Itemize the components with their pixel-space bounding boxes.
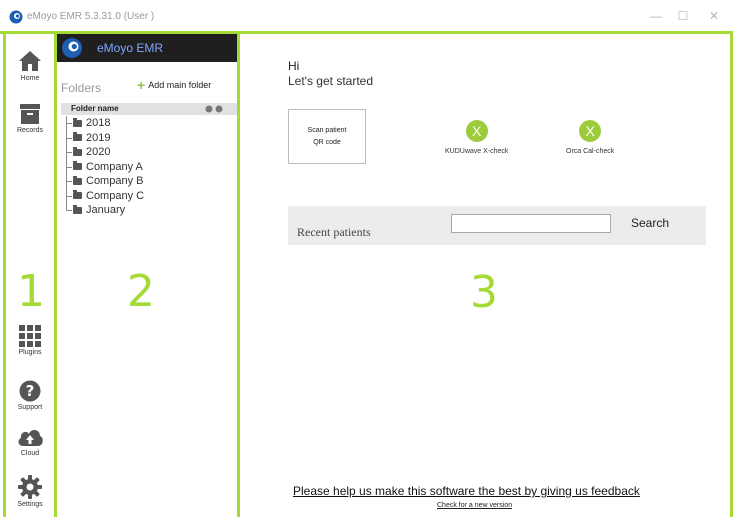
- device-orca[interactable]: X Orca Cal-check: [566, 120, 614, 155]
- folder-label: 2019: [86, 131, 111, 144]
- scan-label-line2: QR code: [313, 138, 341, 146]
- feedback-link[interactable]: Please help us make this software the be…: [293, 484, 640, 498]
- folder-column-label: Folder name: [71, 104, 119, 113]
- nav-item-plugins[interactable]: Plugins: [6, 325, 54, 356]
- nav-label-settings: Settings: [17, 501, 43, 508]
- zone-number-1: 1: [17, 266, 45, 317]
- folder-label: 2020: [86, 146, 111, 159]
- scan-label-line1: Scan patient: [307, 126, 347, 134]
- greeting-heading: Hi: [288, 59, 300, 73]
- plus-icon: +: [137, 77, 146, 93]
- options-dots-icon[interactable]: [205, 105, 223, 113]
- nav-label-plugins: Plugins: [18, 349, 42, 356]
- zone-divider-1-2: [54, 31, 57, 517]
- window-title: eMoyo EMR 5.3.31.0 (User ): [27, 11, 155, 22]
- folder-item-company-c[interactable]: Company C: [61, 189, 144, 204]
- folder-icon: [73, 161, 82, 171]
- nav-item-settings[interactable]: Settings: [6, 475, 54, 508]
- left-nav-sidebar: Home Records Plugins ? Support Cloud Set…: [6, 34, 54, 517]
- minimize-button[interactable]: —: [645, 6, 667, 26]
- add-main-folder-button[interactable]: + Add main folder: [137, 77, 212, 93]
- support-icon: ?: [19, 380, 41, 402]
- device-x-icon: X: [579, 120, 602, 142]
- nav-item-records[interactable]: Records: [6, 103, 54, 134]
- subtitle: Let's get started: [288, 74, 374, 88]
- folder-column-header[interactable]: Folder name: [61, 103, 237, 115]
- home-icon: [19, 51, 41, 71]
- nav-label-cloud: Cloud: [20, 450, 40, 457]
- nav-label-records: Records: [16, 127, 44, 134]
- folder-item-2019[interactable]: 2019: [61, 131, 144, 146]
- folder-icon: [73, 204, 82, 214]
- nav-label-home: Home: [20, 75, 40, 82]
- folder-tree: 2018 2019 2020 Company A Company B Compa…: [61, 116, 144, 218]
- plugins-icon: [19, 325, 41, 347]
- folder-icon: [73, 175, 82, 185]
- zone-number-2: 2: [127, 266, 155, 317]
- folder-item-company-b[interactable]: Company B: [61, 174, 144, 189]
- folder-item-january[interactable]: January: [61, 203, 144, 218]
- folder-item-2018[interactable]: 2018: [61, 116, 144, 131]
- recent-patients-label: Recent patients: [297, 225, 371, 239]
- settings-icon: [18, 475, 42, 499]
- nav-label-support: Support: [17, 404, 43, 411]
- maximize-button[interactable]: ☐: [672, 6, 694, 26]
- zone-number-3: 3: [470, 267, 498, 318]
- folder-label: Company B: [86, 175, 144, 188]
- folder-item-2020[interactable]: 2020: [61, 145, 144, 160]
- brand-header: eMoyo EMR: [57, 34, 237, 62]
- folder-label: Company A: [86, 160, 143, 173]
- device-label-kuduwave: KUDUwave X-check: [445, 148, 509, 155]
- nav-item-home[interactable]: Home: [6, 49, 54, 82]
- folder-panel: eMoyo EMR Folders + Add main folder Fold…: [57, 34, 237, 517]
- folder-item-company-a[interactable]: Company A: [61, 160, 144, 175]
- zone-divider-2-3: [237, 31, 240, 517]
- records-icon: [20, 104, 40, 124]
- emoyo-logo-icon: [62, 38, 82, 58]
- brand-name: eMoyo EMR: [97, 41, 164, 55]
- folder-label: Company C: [86, 189, 145, 202]
- search-button[interactable]: Search: [631, 216, 669, 230]
- close-button[interactable]: ✕: [703, 6, 725, 26]
- folder-icon: [73, 117, 82, 127]
- device-x-icon: X: [465, 120, 488, 142]
- patient-search-input[interactable]: [451, 214, 611, 233]
- nav-item-cloud[interactable]: Cloud: [6, 426, 54, 457]
- zone-divider-top: [0, 31, 733, 34]
- check-update-link[interactable]: Check for a new version: [437, 502, 512, 509]
- folder-label: January: [86, 204, 126, 217]
- svg-text:?: ?: [26, 382, 35, 400]
- folder-icon: [73, 132, 82, 142]
- add-main-folder-label: Add main folder: [148, 80, 212, 90]
- folders-title: Folders: [61, 81, 102, 95]
- folder-icon: [73, 146, 82, 156]
- nav-item-support[interactable]: ? Support: [6, 380, 54, 411]
- emoyo-logo-icon: [9, 10, 23, 24]
- recent-patients-bar: Recent patients Search: [288, 206, 706, 245]
- folder-label: 2018: [86, 117, 111, 130]
- device-kuduwave[interactable]: X KUDUwave X-check: [445, 120, 508, 155]
- cloud-icon: [18, 430, 43, 446]
- main-panel: Hi Let's get started Scan patient QR cod…: [240, 34, 733, 517]
- title-bar: eMoyo EMR 5.3.31.0 (User ) — ☐ ✕: [0, 0, 733, 32]
- device-label-orca: Orca Cal-check: [566, 148, 615, 155]
- zone-1-left-edge: [3, 31, 6, 517]
- folder-icon: [73, 190, 82, 200]
- scan-qr-button[interactable]: Scan patient QR code: [288, 109, 366, 164]
